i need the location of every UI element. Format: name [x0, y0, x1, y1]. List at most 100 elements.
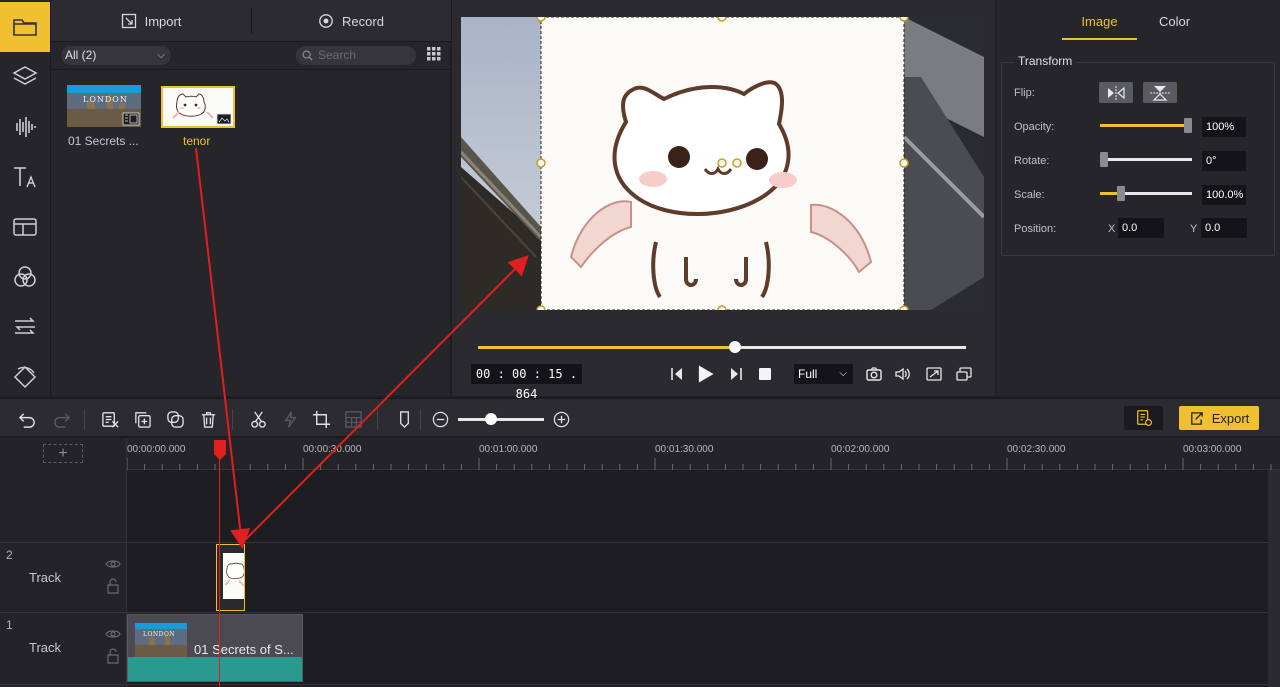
- delete-gap-button[interactable]: [99, 408, 121, 430]
- position-y-label: Y: [1190, 223, 1198, 235]
- templates-button[interactable]: [0, 202, 50, 252]
- position-x-label: X: [1108, 223, 1116, 235]
- scale-value[interactable]: 100.0%: [1202, 185, 1246, 205]
- prev-frame-button[interactable]: [666, 363, 688, 385]
- zoom-out-button[interactable]: [429, 408, 451, 430]
- position-x-input[interactable]: 0.0: [1118, 218, 1164, 238]
- left-sidebar: [0, 0, 50, 396]
- ruler-tick-label: 00:01:00.000: [479, 444, 538, 455]
- quick-action-button[interactable]: [279, 408, 301, 430]
- transitions-button[interactable]: [0, 302, 50, 352]
- lock-icon[interactable]: [105, 648, 121, 664]
- grid-view-icon[interactable]: [427, 47, 441, 61]
- transform-title: Transform: [1014, 54, 1077, 68]
- paste-button[interactable]: [164, 408, 186, 430]
- elements-button[interactable]: [0, 352, 50, 402]
- fullscreen-button[interactable]: [923, 363, 945, 385]
- chevron-down-icon: ⌵: [157, 50, 165, 61]
- video-clip[interactable]: LONDON 01 Secrets of S...: [127, 614, 303, 682]
- play-button[interactable]: [694, 363, 716, 385]
- media-folder-button[interactable]: [0, 2, 50, 52]
- search-placeholder: Search: [318, 48, 357, 62]
- zoom-slider-knob[interactable]: [484, 413, 497, 425]
- split-button[interactable]: [247, 408, 269, 430]
- audio-button[interactable]: [0, 102, 50, 152]
- tab-color[interactable]: Color: [1137, 8, 1212, 40]
- flip-horizontal-button[interactable]: [1099, 82, 1133, 103]
- marker-icon: [399, 410, 409, 428]
- play-icon: [698, 365, 714, 383]
- detach-preview-button[interactable]: [953, 363, 975, 385]
- copy-icon: [134, 411, 151, 428]
- ruler-tick-label: 00:03:00.000: [1183, 444, 1242, 455]
- properties-panel: Image Color Transform Flip: Opacity: 100…: [996, 0, 1280, 396]
- volume-button[interactable]: [892, 363, 914, 385]
- flip-horizontal-icon: [1108, 85, 1125, 100]
- scrubber-knob[interactable]: [729, 341, 742, 353]
- playhead-handle[interactable]: [214, 440, 226, 460]
- redo-button[interactable]: [50, 408, 72, 430]
- next-frame-button[interactable]: [725, 363, 747, 385]
- opacity-label: Opacity:: [1014, 121, 1055, 133]
- export-settings-button[interactable]: [1124, 406, 1163, 430]
- track-2-number: 2: [6, 548, 13, 562]
- playback-scrubber[interactable]: [478, 341, 966, 353]
- timeline-zoom-slider[interactable]: [458, 413, 544, 425]
- flip-vertical-button[interactable]: [1143, 82, 1177, 103]
- filter-dropdown[interactable]: All (2) ⌵: [61, 46, 171, 65]
- duplicate-button[interactable]: [131, 408, 153, 430]
- media-item-video[interactable]: LONDON: [67, 85, 141, 127]
- undo-button[interactable]: [16, 408, 38, 430]
- timeline-scrollbar[interactable]: [1268, 470, 1280, 687]
- zoom-in-button[interactable]: [550, 408, 572, 430]
- scale-slider-knob[interactable]: [1117, 186, 1126, 201]
- marker-button[interactable]: [393, 408, 415, 430]
- scale-label: Scale:: [1014, 189, 1045, 201]
- snapshot-button[interactable]: [863, 363, 885, 385]
- opacity-slider-knob[interactable]: [1184, 118, 1192, 133]
- eye-icon[interactable]: [105, 556, 121, 572]
- zoom-in-icon: [553, 411, 569, 427]
- eye-icon[interactable]: [105, 626, 121, 642]
- stop-button[interactable]: [754, 363, 776, 385]
- volume-icon: [895, 367, 910, 381]
- rotate-slider-knob[interactable]: [1100, 152, 1108, 167]
- media-item-video-label: 01 Secrets ...: [68, 134, 139, 148]
- filters-button[interactable]: [0, 252, 50, 302]
- mosaic-button[interactable]: [342, 408, 364, 430]
- filter-value: All (2): [65, 48, 97, 62]
- filter-row: All (2) ⌵ Search: [51, 42, 451, 70]
- opacity-slider[interactable]: [1100, 118, 1192, 133]
- layers-button[interactable]: [0, 52, 50, 102]
- preview-canvas[interactable]: [461, 17, 984, 310]
- import-icon: [121, 13, 136, 29]
- export-button[interactable]: Export: [1179, 406, 1259, 430]
- media-library-panel: Import Record All (2) ⌵ Search LONDON 01…: [50, 0, 451, 396]
- rotate-slider[interactable]: [1100, 152, 1192, 167]
- add-track-button[interactable]: +: [43, 444, 83, 463]
- text-button[interactable]: [0, 152, 50, 202]
- elements-icon: [13, 365, 37, 389]
- import-button[interactable]: Import: [51, 0, 251, 42]
- position-y-input[interactable]: 0.0: [1201, 218, 1247, 238]
- time-ruler[interactable]: 00:00:00.000 00:00:30.000 00:01:00.000 00:0…: [127, 438, 1280, 470]
- mosaic-icon: [344, 410, 362, 428]
- export-label: Export: [1211, 410, 1250, 426]
- image-clip[interactable]: [216, 544, 245, 611]
- media-item-image[interactable]: [161, 86, 235, 128]
- tab-image[interactable]: Image: [1062, 8, 1137, 40]
- scale-slider[interactable]: [1100, 186, 1192, 201]
- search-input[interactable]: Search: [296, 46, 416, 65]
- rotate-value[interactable]: 0°: [1202, 151, 1246, 171]
- stop-icon: [759, 368, 771, 380]
- preview-zoom-dropdown[interactable]: Full ⌵: [794, 364, 853, 384]
- record-button[interactable]: Record: [251, 0, 451, 42]
- delete-button[interactable]: [197, 408, 219, 430]
- pip-icon: [956, 367, 972, 381]
- lock-icon[interactable]: [105, 578, 121, 594]
- opacity-value[interactable]: 100%: [1202, 117, 1246, 137]
- toolbar-divider: [84, 409, 85, 429]
- settings-document-icon: [1136, 410, 1152, 426]
- crop-button[interactable]: [310, 408, 332, 430]
- thumbnail-title: LONDON: [83, 95, 128, 104]
